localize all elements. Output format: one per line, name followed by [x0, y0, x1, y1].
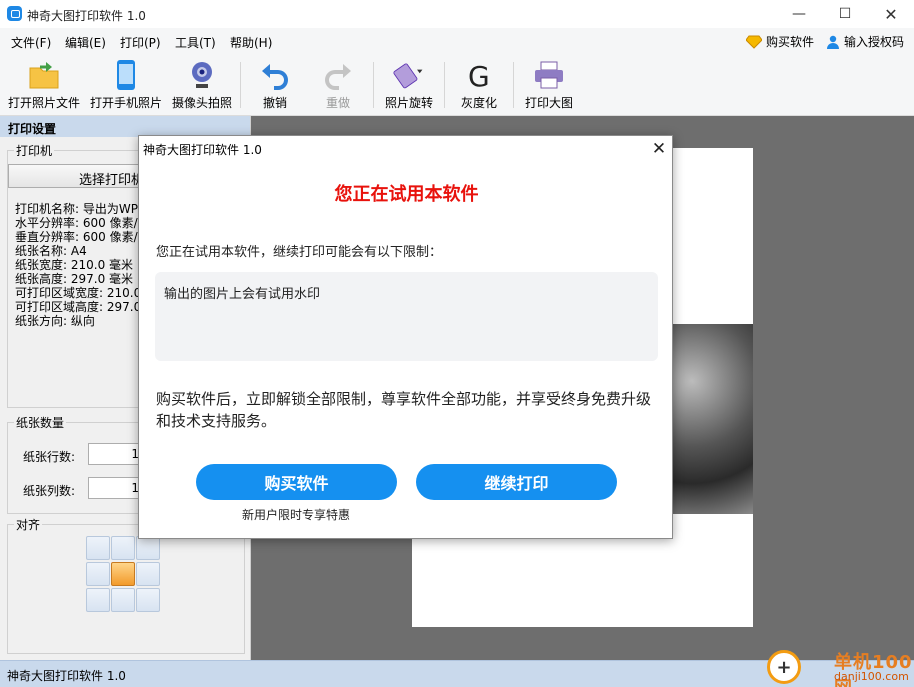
limitation-text: 输出的图片上会有试用水印 — [164, 287, 321, 302]
undo-icon — [262, 64, 288, 90]
site-watermark: + 单机100网 danji100.com — [762, 648, 914, 687]
align-center[interactable] — [111, 562, 135, 586]
menu-bar: 文件(F) 编辑(E) 打印(P) 工具(T) 帮助(H) 购买软件 输入授权码 — [0, 28, 914, 54]
printer-info-line: 纸张宽度: 210.0 毫米 — [15, 258, 134, 272]
align-bottom-center[interactable] — [111, 588, 135, 612]
undo-label: 撤销 — [262, 96, 287, 110]
limitation-box: 输出的图片上会有试用水印 — [155, 272, 658, 361]
dialog-intro: 您正在试用本软件，继续打印可能会有以下限制： — [156, 245, 443, 260]
grayscale-button[interactable]: G 灰度化 — [459, 58, 499, 112]
watermark-logo-icon: + — [767, 650, 801, 684]
align-middle-left[interactable] — [86, 562, 110, 586]
menu-tools[interactable]: 工具(T) — [175, 34, 216, 51]
printer-info: 打印机名称: 导出为WPS 水平分辨率: 600 像素/ 垂直分辨率: 600 … — [15, 202, 146, 328]
printer-icon — [535, 61, 563, 89]
continue-print-button[interactable]: 继续打印 — [416, 464, 617, 500]
app-icon — [7, 6, 22, 21]
open-phone-label: 打开手机照片 — [89, 96, 162, 110]
menu-help[interactable]: 帮助(H) — [230, 34, 272, 51]
photo-preview — [666, 324, 753, 514]
camera-button[interactable]: 摄像头拍照 — [171, 58, 233, 112]
printer-info-line: 纸张方向: 纵向 — [15, 314, 95, 328]
open-phone-button[interactable]: 打开手机照片 — [89, 58, 163, 112]
paper-count-title: 纸张数量 — [14, 414, 67, 431]
dialog-close-icon[interactable]: ✕ — [647, 138, 671, 160]
align-top-right[interactable] — [136, 536, 160, 560]
redo-button[interactable]: 重做 — [322, 58, 354, 112]
buy-promo-note: 新用户限时专享特惠 — [241, 508, 350, 522]
menu-edit[interactable]: 编辑(E) — [65, 34, 106, 51]
enter-license-label: 输入授权码 — [844, 35, 905, 49]
align-middle-right[interactable] — [136, 562, 160, 586]
redo-label: 重做 — [325, 96, 350, 110]
rotate-photo-button[interactable]: 照片旋转 — [383, 58, 435, 112]
phone-icon — [117, 60, 135, 90]
print-large-label: 打印大图 — [524, 96, 573, 110]
print-settings-header: 打印设置 — [0, 116, 250, 137]
maximize-button[interactable]: ☐ — [822, 0, 868, 28]
menu-print[interactable]: 打印(P) — [120, 34, 161, 51]
watermark-url: danji100.com — [834, 670, 909, 683]
camera-label: 摄像头拍照 — [171, 96, 232, 110]
buy-software-button[interactable]: 购买软件 — [196, 464, 397, 500]
cols-label: 纸张列数: — [23, 484, 76, 498]
window-title: 神奇大图打印软件 1.0 — [27, 9, 146, 23]
enter-license-link[interactable]: 输入授权码 — [826, 33, 904, 50]
dialog-description: 购买软件后，立即解锁全部限制，尊享软件全部功能，并享受终身免费升级和技术支持服务… — [156, 390, 652, 430]
grayscale-g-icon: G — [468, 60, 490, 91]
menu-file[interactable]: 文件(F) — [11, 34, 51, 51]
rows-label: 纸张行数: — [23, 450, 76, 464]
rotate-photo-label: 照片旋转 — [384, 96, 433, 110]
close-button[interactable]: ✕ — [868, 0, 914, 28]
minimize-button[interactable]: — — [776, 0, 822, 28]
buy-software-link[interactable]: 购买软件 — [746, 33, 814, 50]
printer-info-line: 可打印区域高度: 297.0 — [15, 300, 142, 314]
dialog-title: 神奇大图打印软件 1.0 — [143, 143, 262, 157]
redo-icon — [325, 64, 351, 90]
rotate-icon — [393, 63, 423, 89]
undo-button[interactable]: 撤销 — [259, 58, 291, 112]
printer-info-line: 可打印区域宽度: 210.0 — [15, 286, 142, 300]
user-icon — [827, 35, 839, 49]
align-top-center[interactable] — [111, 536, 135, 560]
grayscale-label: 灰度化 — [460, 96, 497, 110]
align-bottom-right[interactable] — [136, 588, 160, 612]
printer-info-line: 垂直分辨率: 600 像素/ — [15, 230, 138, 244]
dialog-heading: 您正在试用本软件 — [334, 184, 479, 205]
printer-info-line: 打印机名称: 导出为WPS — [15, 202, 146, 216]
align-group-title: 对齐 — [14, 516, 43, 533]
svg-text:G: G — [468, 60, 490, 91]
printer-info-line: 水平分辨率: 600 像素/ — [15, 216, 138, 230]
printer-info-line: 纸张高度: 297.0 毫米 — [15, 272, 134, 286]
title-bar: 神奇大图打印软件 1.0 — ☐ ✕ — [0, 0, 914, 28]
toolbar: 打开照片文件 打开手机照片 摄像头拍照 撤销 重做 照片旋转 G 灰度化 打印大… — [0, 54, 914, 116]
printer-group-title: 打印机 — [14, 142, 55, 159]
align-top-left[interactable] — [86, 536, 110, 560]
webcam-icon — [192, 62, 212, 88]
trial-dialog: 神奇大图打印软件 1.0 ✕ 您正在试用本软件 您正在试用本软件，继续打印可能会… — [138, 135, 673, 539]
align-bottom-left[interactable] — [86, 588, 110, 612]
open-photo-button[interactable]: 打开照片文件 — [8, 58, 80, 112]
status-text: 神奇大图打印软件 1.0 — [7, 669, 126, 683]
print-large-button[interactable]: 打印大图 — [524, 58, 574, 112]
diamond-icon — [746, 35, 762, 49]
folder-icon — [29, 62, 59, 89]
buy-software-label: 购买软件 — [766, 35, 815, 49]
open-photo-label: 打开照片文件 — [8, 96, 81, 110]
printer-info-line: 纸张名称: A4 — [15, 244, 87, 258]
